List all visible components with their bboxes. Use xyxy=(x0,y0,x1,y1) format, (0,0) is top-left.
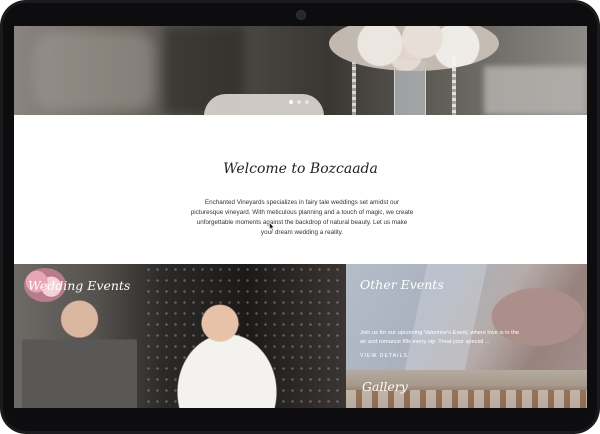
chair-image xyxy=(204,94,324,115)
tablet-frame: Welcome to Bozcaada Enchanted Vineyards … xyxy=(0,0,600,434)
slider-dots xyxy=(289,100,309,104)
slider-dot-3[interactable] xyxy=(305,100,309,104)
welcome-section: Welcome to Bozcaada Enchanted Vineyards … xyxy=(14,115,587,264)
browser-viewport: Welcome to Bozcaada Enchanted Vineyards … xyxy=(14,26,587,408)
groom-image xyxy=(22,294,137,408)
other-events-title[interactable]: Other Events xyxy=(360,277,444,292)
bride-image xyxy=(164,302,304,408)
wedding-events-tile[interactable]: Wedding Events xyxy=(14,264,346,408)
other-events-tile[interactable]: Other Events Join us for our upcoming Va… xyxy=(346,264,587,370)
gallery-tile[interactable]: Gallery xyxy=(346,370,587,408)
wedding-events-title[interactable]: Wedding Events xyxy=(28,278,130,293)
other-events-text: Join us for our upcoming Valentine's Eve… xyxy=(360,330,520,345)
welcome-title: Welcome to Bozcaada xyxy=(223,161,378,177)
welcome-text: Enchanted Vineyards specializes in fairy… xyxy=(190,199,414,236)
gallery-title[interactable]: Gallery xyxy=(362,379,408,394)
hero-slider[interactable] xyxy=(14,26,587,115)
camera-icon xyxy=(296,10,306,20)
slider-dot-1[interactable] xyxy=(289,100,293,104)
mouse-cursor-icon xyxy=(269,222,275,231)
view-details-link[interactable]: VIEW DETAILS xyxy=(360,353,408,359)
slider-dot-2[interactable] xyxy=(297,100,301,104)
